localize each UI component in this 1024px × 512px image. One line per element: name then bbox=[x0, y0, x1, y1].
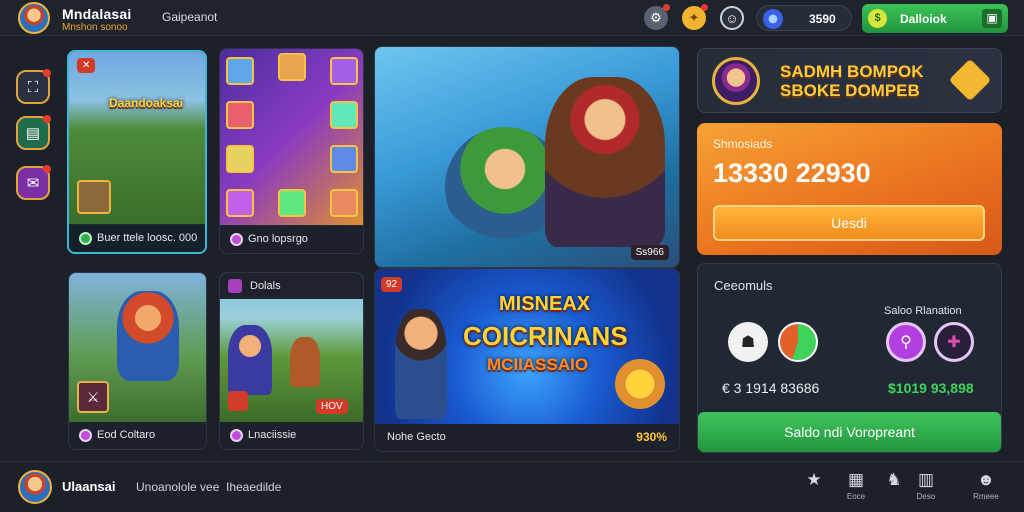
wallet-amount-left: € 3 1914 83686 bbox=[722, 380, 820, 396]
promo-percent: 930% bbox=[636, 430, 667, 444]
jackpot-label: Shmosiads bbox=[713, 137, 773, 151]
jackpot-value: 13330 22930 bbox=[713, 158, 871, 188]
heart-badge bbox=[228, 391, 248, 411]
game-art bbox=[220, 49, 363, 225]
deposit-button[interactable]: $ Dalloiok ▣ bbox=[862, 4, 1008, 33]
sidebar-item-gifts[interactable]: ✉ bbox=[16, 165, 51, 200]
search-icon[interactable]: ⚲ bbox=[886, 322, 926, 362]
jackpot-banner-text: SADMH BOMPOK SBOKE DOMPEB bbox=[780, 62, 924, 100]
tile-header: Dolals bbox=[220, 273, 363, 299]
nav-favorites[interactable]: ★ bbox=[794, 470, 834, 506]
bag-icon: ▥ bbox=[917, 470, 935, 489]
game-icon bbox=[79, 429, 92, 442]
footer-user-name: Ulaansai bbox=[62, 479, 116, 494]
game-caption-text: Gno lopsrgo bbox=[248, 233, 308, 245]
jackpot-panel: Shmosiads 13330 22930 Uesdi bbox=[697, 123, 1002, 255]
game-caption-text: Buer ttele loosc. 000 bbox=[97, 232, 198, 244]
promo-line-2: COICRINANS bbox=[463, 321, 628, 351]
game-caption: Eod Coltaro bbox=[69, 422, 206, 449]
profile-icon: ☻ bbox=[977, 470, 995, 489]
players-badge: Ss966 bbox=[630, 245, 669, 260]
game-icon bbox=[230, 233, 243, 246]
deposit-label: Dalloiok bbox=[900, 12, 947, 26]
bottom-bar: Ulaansai Unoanolole vee Iheaedilde ★ ▦ E… bbox=[0, 461, 1024, 512]
game-tile-1[interactable]: ✕ Daandoaksai Buer ttele loosc. 000 bbox=[67, 50, 207, 254]
wallet-panel: Ceeomuls Saloo Rlanation ☗ ⚲ ✚ € 3 1914 … bbox=[697, 263, 1002, 453]
gift-icon: ▣ bbox=[982, 9, 1002, 28]
featured-game-art bbox=[375, 47, 679, 267]
footer-link-2[interactable]: Iheaedilde bbox=[226, 480, 281, 494]
card-icon: ▤ bbox=[25, 125, 41, 142]
jackpot-avatar bbox=[712, 57, 760, 105]
jackpot-banner[interactable]: SADMH BOMPOK SBOKE DOMPEB bbox=[697, 48, 1002, 113]
game-tile-5[interactable]: Dolals HOV Lnaciissie bbox=[219, 272, 364, 450]
wallet-sub-label: Saloo Rlanation bbox=[884, 305, 962, 317]
settings-icon[interactable]: ⚙ bbox=[644, 4, 670, 30]
close-badge[interactable]: ✕ bbox=[77, 58, 96, 73]
user-icon[interactable]: ☺ bbox=[720, 6, 744, 30]
game-caption: Buer ttele loosc. 000 bbox=[69, 225, 205, 252]
bell-icon[interactable]: ✦ bbox=[682, 4, 708, 30]
user-avatar[interactable] bbox=[18, 2, 50, 34]
gift-icon: ✉ bbox=[26, 175, 40, 192]
sidebar-item-cards[interactable]: ▤ bbox=[16, 115, 51, 150]
balance-value: 3590 bbox=[809, 12, 836, 26]
promo-line-3: MCIIASSAIO bbox=[487, 355, 589, 374]
hot-badge: HOV bbox=[316, 399, 348, 414]
top-bar: Mndalasai Mnshon sonoo Gaipeanot ⚙ ✦ ☺ 3… bbox=[0, 0, 1024, 36]
game-caption: Gno lopsrgo bbox=[220, 226, 363, 253]
promo-line-1: MISNEAX bbox=[499, 293, 591, 315]
app-subtitle: Mnshon sonoo bbox=[62, 22, 128, 33]
user-icon[interactable]: ☗ bbox=[728, 322, 768, 362]
app-title: Mndalasai bbox=[62, 6, 132, 22]
game-tile-2[interactable]: Gno lopsrgo bbox=[219, 48, 364, 254]
shop-icon: ▦ bbox=[847, 470, 865, 489]
nav-profile[interactable]: ☻ Rmeee bbox=[966, 470, 1006, 506]
promo-caption-text: Nohe Gecto bbox=[387, 431, 446, 443]
balance-pill[interactable]: 3590 bbox=[756, 5, 852, 31]
star-icon: ★ bbox=[806, 470, 822, 489]
game-tile-4[interactable]: ⚔ Eod Coltaro bbox=[68, 272, 207, 450]
footer-avatar[interactable] bbox=[18, 470, 52, 504]
featured-game-tile[interactable]: Ss966 bbox=[374, 46, 680, 268]
gem-icon bbox=[948, 58, 992, 102]
wallet-action-button[interactable]: Saldo ndi Voropreant bbox=[698, 412, 1001, 452]
game-title-overlay: Daandoaksai bbox=[109, 96, 184, 110]
game-caption-text: Eod Coltaro bbox=[97, 429, 156, 441]
pie-icon[interactable] bbox=[778, 322, 818, 362]
nav-inventory[interactable]: ▥ Deso bbox=[906, 470, 946, 506]
game-icon bbox=[79, 232, 92, 245]
coin-icon bbox=[763, 9, 783, 29]
jackpot-button[interactable]: Uesdi bbox=[713, 205, 985, 241]
key-icon[interactable]: ✚ bbox=[934, 322, 974, 362]
promo-caption: Nohe Gecto bbox=[375, 424, 679, 451]
character-thumb bbox=[77, 180, 111, 214]
game-caption-text: Lnaciissie bbox=[248, 429, 297, 441]
sword-icon: ⚔ bbox=[77, 381, 109, 413]
game-icon bbox=[230, 429, 243, 442]
wallet-amount-right: $1019 93,898 bbox=[888, 380, 974, 396]
promo-tile[interactable]: 92 MISNEAX COICRINANS MCIIASSAIO Nohe Ge… bbox=[374, 268, 680, 452]
wallet-title: Ceeomuls bbox=[714, 278, 773, 293]
nav-shop[interactable]: ▦ Eoce bbox=[836, 470, 876, 506]
map-icon: ⛶ bbox=[27, 78, 39, 96]
dollar-icon: $ bbox=[868, 9, 887, 28]
sidebar-item-map[interactable]: ⛶ bbox=[16, 69, 51, 104]
promo-corner-badge: 92 bbox=[381, 277, 403, 292]
tile-label: Dolals bbox=[250, 280, 281, 292]
game-art: ⚔ bbox=[69, 273, 206, 423]
section-label: Gaipeanot bbox=[162, 10, 218, 24]
game-caption: Lnaciissie bbox=[220, 422, 363, 449]
tile-icon bbox=[228, 279, 242, 293]
footer-link-1[interactable]: Unoanolole vee bbox=[136, 480, 219, 494]
